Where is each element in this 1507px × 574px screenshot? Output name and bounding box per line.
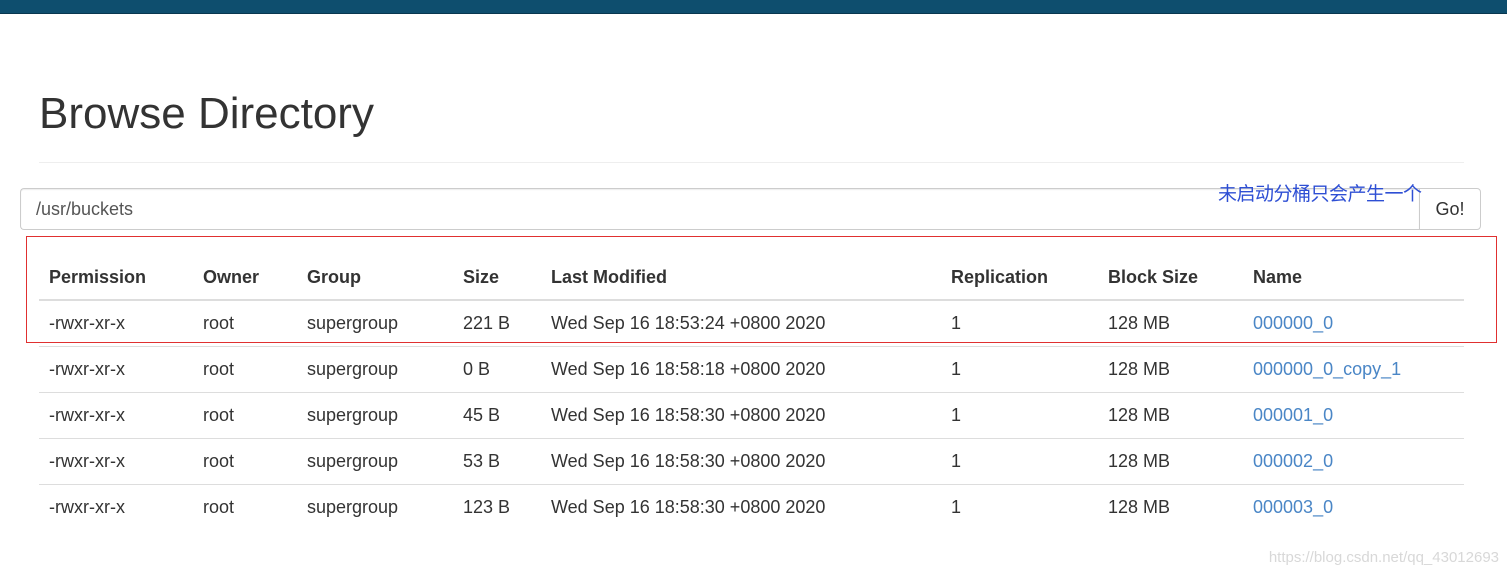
cell-group: supergroup [297, 437, 453, 484]
cell-permission: -rwxr-xr-x [39, 345, 193, 392]
file-link[interactable]: 000003_0 [1253, 497, 1333, 517]
table-row: -rwxr-xr-x root supergroup 0 B Wed Sep 1… [39, 345, 1464, 392]
header-replication[interactable]: Replication [941, 255, 1098, 301]
title-divider [39, 162, 1464, 163]
table-row: -rwxr-xr-x root supergroup 123 B Wed Sep… [39, 483, 1464, 530]
cell-group: supergroup [297, 483, 453, 530]
header-permission[interactable]: Permission [39, 255, 193, 301]
cell-name: 000000_0 [1243, 300, 1464, 346]
cell-name: 000002_0 [1243, 437, 1464, 484]
cell-last-modified: Wed Sep 16 18:53:24 +0800 2020 [551, 312, 826, 333]
cell-last-modified: Wed Sep 16 18:58:18 +0800 2020 [541, 345, 941, 392]
cell-block-size: 128 MB [1098, 483, 1243, 530]
cell-group: supergroup [297, 345, 453, 392]
cell-size: 123 B [453, 483, 541, 530]
page-title: Browse Directory [39, 89, 374, 138]
cell-block-size: 128 MB [1098, 345, 1243, 392]
header-name[interactable]: Name [1243, 255, 1464, 301]
cell-replication: 1 [941, 345, 1098, 392]
annotation-note: 未启动分桶只会产生一个 [1218, 183, 1422, 205]
cell-name: 000001_0 [1243, 391, 1464, 438]
cell-last-modified: Wed Sep 16 18:58:30 +0800 2020 [541, 483, 941, 530]
cell-permission: -rwxr-xr-x [49, 312, 125, 333]
cell-name: 000000_0_copy_1 [1243, 345, 1464, 392]
table-row: -rwxr-xr-x root supergroup 45 B Wed Sep … [39, 391, 1464, 438]
header-block-size[interactable]: Block Size [1098, 255, 1243, 301]
cell-replication: 1 [941, 391, 1098, 438]
directory-table: Permission Owner Group Size Last Modifie… [39, 255, 1464, 530]
cell-owner: root [203, 312, 235, 333]
cell-size: 0 B [453, 345, 541, 392]
cell-owner: root [193, 437, 297, 484]
cell-size: 221 B [463, 312, 511, 333]
header-last-modified[interactable]: Last Modified [541, 255, 941, 301]
cell-owner: root [193, 483, 297, 530]
cell-last-modified: Wed Sep 16 18:58:30 +0800 2020 [541, 391, 941, 438]
cell-replication: 1 [941, 437, 1098, 484]
cell-size: 53 B [453, 437, 541, 484]
table-row: -rwxr-xr-x root supergroup 221 B Wed Sep… [39, 300, 1464, 346]
header-group[interactable]: Group [297, 255, 453, 301]
cell-group: supergroup [307, 312, 399, 333]
top-navbar [0, 0, 1507, 14]
table-row: -rwxr-xr-x root supergroup 53 B Wed Sep … [39, 437, 1464, 484]
header-owner[interactable]: Owner [193, 255, 297, 301]
file-link[interactable]: 000001_0 [1253, 405, 1333, 425]
cell-size: 45 B [453, 391, 541, 438]
table-header-row: Permission Owner Group Size Last Modifie… [39, 255, 1464, 301]
cell-permission: -rwxr-xr-x [39, 437, 193, 484]
file-link[interactable]: 000000_0_copy_1 [1253, 359, 1401, 379]
cell-block-size: 128 MB [1098, 437, 1243, 484]
file-link[interactable]: 000000_0 [1253, 313, 1333, 333]
cell-permission: -rwxr-xr-x [39, 391, 193, 438]
cell-block-size: 128 MB [1098, 391, 1243, 438]
cell-block-size: 128 MB [1108, 312, 1171, 333]
cell-last-modified: Wed Sep 16 18:58:30 +0800 2020 [541, 437, 941, 484]
cell-permission: -rwxr-xr-x [39, 483, 193, 530]
cell-replication: 1 [951, 312, 962, 333]
cell-group: supergroup [297, 391, 453, 438]
file-link[interactable]: 000002_0 [1253, 451, 1333, 471]
watermark: https://blog.csdn.net/qq_43012693 [1268, 549, 1499, 566]
cell-replication: 1 [941, 483, 1098, 530]
directory-path-input[interactable] [20, 188, 1419, 230]
header-size[interactable]: Size [453, 255, 541, 301]
cell-name: 000003_0 [1243, 483, 1464, 530]
cell-owner: root [193, 345, 297, 392]
go-button[interactable]: Go! [1419, 188, 1481, 230]
cell-owner: root [193, 391, 297, 438]
